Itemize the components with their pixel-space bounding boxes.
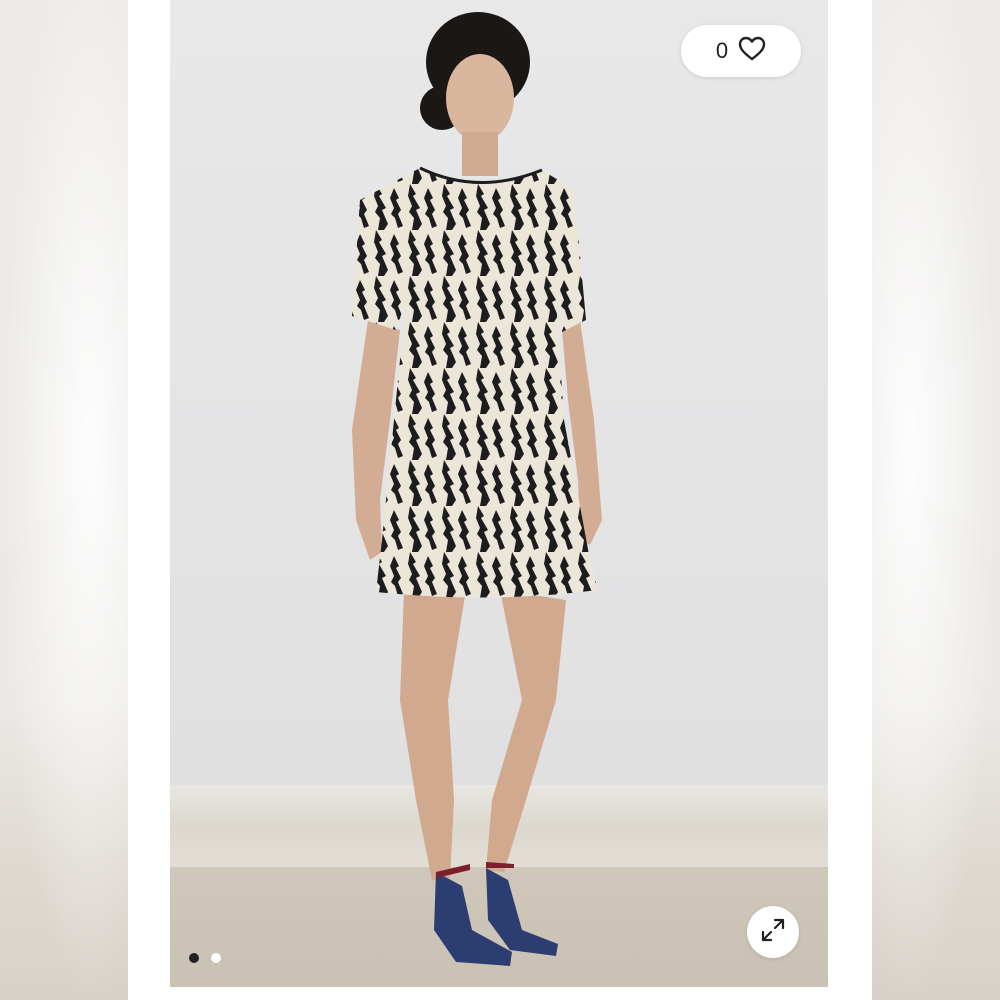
like-count: 0 [715, 38, 729, 63]
model-wearing-dress [352, 12, 602, 966]
expand-arrows-icon [758, 915, 788, 950]
expand-image-button[interactable] [747, 906, 799, 958]
like-button[interactable]: 0 [681, 25, 801, 77]
carousel-indicator [189, 953, 221, 963]
product-photo[interactable] [170, 0, 828, 987]
heart-outline-icon [738, 36, 766, 67]
carousel-dot-1[interactable] [189, 953, 199, 963]
carousel-dot-2[interactable] [211, 953, 221, 963]
